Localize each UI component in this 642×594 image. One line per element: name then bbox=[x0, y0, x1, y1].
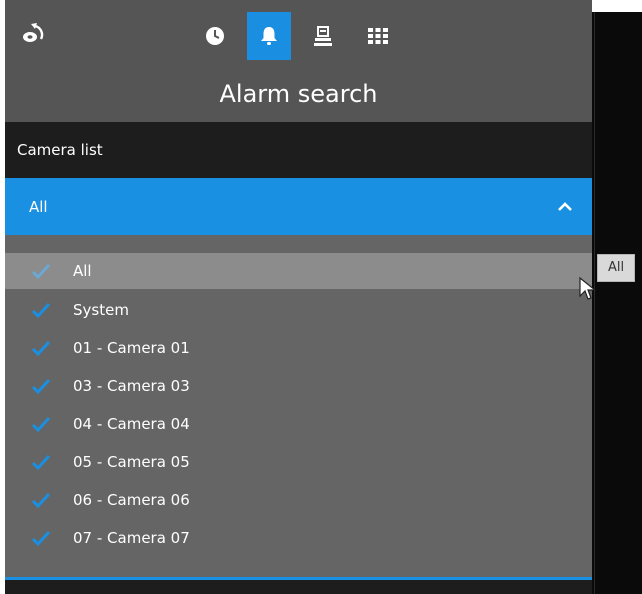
checkmark-icon bbox=[31, 378, 51, 395]
camera-list: All System 01 - Camera 01 03 - Camera 03… bbox=[5, 235, 592, 577]
checkmark-icon bbox=[31, 454, 51, 471]
export-tab[interactable] bbox=[301, 12, 345, 60]
camera-list-label: Camera list bbox=[17, 141, 103, 159]
grid-tab[interactable] bbox=[356, 12, 400, 60]
bell-icon bbox=[261, 27, 277, 45]
list-item-label: All bbox=[73, 262, 92, 280]
list-item-label: 03 - Camera 03 bbox=[73, 377, 190, 395]
rotate-back-icon[interactable] bbox=[17, 20, 51, 48]
bottom-accent-line bbox=[5, 577, 592, 580]
list-item-label: 06 - Camera 06 bbox=[73, 491, 190, 509]
video-area bbox=[592, 0, 642, 594]
list-item[interactable]: 01 - Camera 01 bbox=[5, 330, 592, 366]
list-item-label: 04 - Camera 04 bbox=[73, 415, 190, 433]
bottom-bar bbox=[5, 577, 592, 594]
clock-icon bbox=[206, 27, 224, 45]
page-title: Alarm search bbox=[219, 80, 378, 108]
checkmark-icon bbox=[31, 340, 51, 357]
checkmark-icon bbox=[31, 416, 51, 433]
checkmark-icon bbox=[31, 492, 51, 509]
list-item-label: 07 - Camera 07 bbox=[73, 529, 190, 547]
list-item-label: 01 - Camera 01 bbox=[73, 339, 190, 357]
list-item[interactable]: System bbox=[5, 292, 592, 328]
mouse-cursor-icon bbox=[579, 276, 597, 300]
chevron-up-icon bbox=[558, 202, 572, 211]
camera-select-dropdown[interactable]: All bbox=[5, 178, 592, 235]
export-icon bbox=[314, 26, 332, 46]
alarm-search-panel: Alarm search Camera list All All System … bbox=[5, 0, 592, 594]
tooltip: All bbox=[597, 254, 635, 282]
top-toolbar: Alarm search bbox=[5, 0, 592, 122]
list-item[interactable]: All bbox=[5, 253, 592, 289]
checkmark-icon bbox=[31, 263, 51, 280]
checkmark-icon bbox=[31, 530, 51, 547]
list-item[interactable]: 07 - Camera 07 bbox=[5, 520, 592, 556]
list-item[interactable]: 04 - Camera 04 bbox=[5, 406, 592, 442]
grid-icon bbox=[368, 28, 388, 44]
app-window: Alarm search Camera list All All System … bbox=[0, 0, 642, 594]
camera-list-header: Camera list bbox=[5, 122, 592, 178]
checkmark-icon bbox=[31, 302, 51, 319]
list-item[interactable]: 03 - Camera 03 bbox=[5, 368, 592, 404]
video-area-top-strip bbox=[592, 0, 642, 12]
list-item[interactable]: 06 - Camera 06 bbox=[5, 482, 592, 518]
list-item[interactable]: 05 - Camera 05 bbox=[5, 444, 592, 480]
list-item-label: System bbox=[73, 301, 129, 319]
camera-select-value: All bbox=[29, 198, 48, 216]
clock-tab[interactable] bbox=[193, 12, 237, 60]
list-item-label: 05 - Camera 05 bbox=[73, 453, 190, 471]
bell-tab[interactable] bbox=[247, 12, 291, 60]
video-area-divider bbox=[594, 12, 595, 594]
